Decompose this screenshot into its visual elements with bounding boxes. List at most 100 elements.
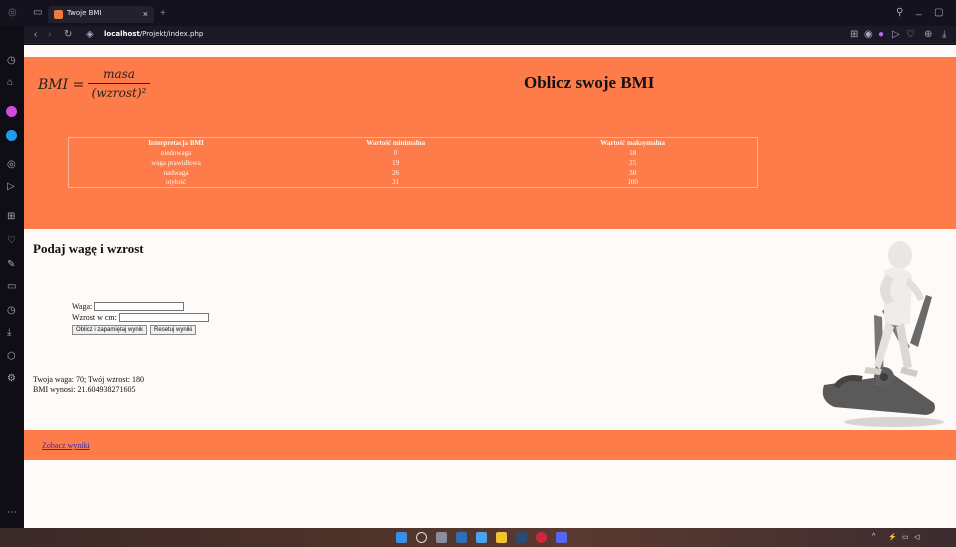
- download-icon[interactable]: ⤓: [942, 30, 946, 40]
- heart-icon[interactable]: ♡: [7, 236, 16, 246]
- weight-label: Waga:: [72, 302, 93, 311]
- tab-close-icon[interactable]: ×: [143, 9, 148, 19]
- url-field[interactable]: localhost/Projekt/index.php: [104, 30, 203, 38]
- minimize-icon[interactable]: _: [916, 6, 922, 16]
- edit-icon[interactable]: ✎: [7, 260, 15, 270]
- tray-volume-icon[interactable]: ◁: [914, 533, 919, 541]
- reload-icon[interactable]: ↻: [64, 30, 72, 40]
- formula-numerator: masa: [88, 67, 150, 84]
- vpn-icon[interactable]: ●: [878, 30, 884, 40]
- table-row: niedowaga 0 18: [69, 148, 758, 158]
- formula-fraction: masa (wzrost)²: [88, 67, 150, 100]
- height-row: Wzrost w cm:: [72, 312, 209, 323]
- heart-icon[interactable]: ♡: [906, 30, 915, 40]
- history-icon[interactable]: ◷: [7, 306, 16, 316]
- url-host: localhost: [104, 30, 140, 38]
- code-editor-icon[interactable]: [456, 532, 467, 543]
- os-taskbar: ^ ⚡ ▭ ◁: [0, 528, 956, 547]
- windows-start-icon[interactable]: [396, 532, 407, 543]
- form-section-title: Podaj wagę i wzrost: [33, 241, 144, 256]
- twitter-icon[interactable]: [6, 130, 17, 141]
- table-cell: 19: [392, 158, 400, 167]
- table-cell: nadwaga: [163, 168, 189, 177]
- footer-banner: Zobacz wyniki: [24, 430, 956, 460]
- tray-display-icon[interactable]: ▭: [902, 533, 909, 541]
- header-banner: BMI = masa (wzrost)² Oblicz swoje BMI In…: [24, 57, 956, 229]
- forward-icon[interactable]: ›: [48, 30, 51, 40]
- table-row: waga prawidłowa 19 25: [69, 158, 758, 168]
- formula-lhs: BMI =: [38, 77, 85, 93]
- reset-button[interactable]: Resetuj wyniki: [150, 324, 197, 335]
- page-title: Oblicz swoje BMI: [524, 73, 655, 92]
- table-header-cell: Interpretacja BMI: [148, 138, 204, 147]
- discord-icon[interactable]: [556, 532, 567, 543]
- search-icon[interactable]: [416, 532, 427, 543]
- address-bar: ‹ › ↻ ◈ localhost/Projekt/index.php ⊞ ◉ …: [24, 26, 956, 44]
- grid-icon[interactable]: ⊞: [7, 212, 15, 222]
- wallet-icon[interactable]: ▭: [7, 282, 16, 292]
- elliptical-trainer-illustration: [822, 241, 944, 427]
- back-icon[interactable]: ‹: [34, 30, 37, 40]
- tray-network-icon[interactable]: ⚡: [888, 533, 897, 541]
- table-cell: 0: [393, 148, 398, 157]
- table-header-cell: Wartość minimalna: [366, 138, 426, 147]
- camera-icon[interactable]: ◉: [864, 30, 873, 40]
- table-cell: 100: [627, 178, 638, 187]
- play-icon[interactable]: ▷: [7, 182, 15, 192]
- steam-icon[interactable]: [516, 532, 527, 543]
- maximize-icon[interactable]: ▢: [934, 8, 943, 18]
- file-explorer-icon[interactable]: [496, 532, 507, 543]
- messenger-icon[interactable]: [6, 106, 17, 117]
- download-icon[interactable]: ⤓: [7, 328, 11, 338]
- result-bmi-value: BMI wynosi: 21.604938271605: [33, 385, 136, 394]
- button-row: Oblicz i zapamiętaj wynik Resetuj wyniki: [72, 324, 209, 335]
- opera-icon[interactable]: [536, 532, 547, 543]
- more-icon[interactable]: ⋯: [7, 508, 17, 518]
- table-row: nadwaga 26 30: [69, 168, 758, 178]
- table-cell: 18: [629, 148, 637, 157]
- table-row: otyłość 31 100: [69, 178, 758, 188]
- music-icon[interactable]: ◎: [7, 160, 16, 170]
- tray-chevron-icon[interactable]: ^: [872, 533, 875, 540]
- workspaces-icon[interactable]: ▭: [33, 8, 42, 18]
- weight-row: Waga:: [72, 301, 209, 312]
- table-cell: 25: [629, 158, 637, 167]
- formula-denominator: (wzrost)²: [91, 86, 147, 100]
- weight-input[interactable]: [94, 302, 185, 311]
- new-tab-icon[interactable]: +: [160, 8, 166, 19]
- see-results-link[interactable]: Zobacz wyniki: [42, 441, 90, 450]
- table-cell: otyłość: [165, 178, 187, 187]
- table-header-cell: Wartość maksymalna: [600, 138, 665, 147]
- bmi-form: Waga: Wzrost w cm: Oblicz i zapamiętaj w…: [72, 301, 209, 335]
- clock-icon[interactable]: ◷: [7, 56, 16, 66]
- player-icon[interactable]: ▷: [892, 30, 900, 40]
- page-viewport: BMI = masa (wzrost)² Oblicz swoje BMI In…: [24, 45, 956, 528]
- settings-icon[interactable]: ⚙: [7, 374, 16, 384]
- submit-button[interactable]: Oblicz i zapamiętaj wynik: [72, 324, 148, 335]
- table-cell: 26: [392, 168, 400, 177]
- task-view-icon[interactable]: [436, 532, 447, 543]
- shield-icon[interactable]: ◈: [86, 30, 94, 40]
- table-cell: niedowaga: [160, 148, 192, 157]
- extensions-icon[interactable]: ⊞: [850, 30, 858, 40]
- table-header-row: Interpretacja BMI Wartość minimalna Wart…: [69, 138, 758, 148]
- bag-icon[interactable]: ⌂: [7, 78, 13, 88]
- wallet-icon[interactable]: ⊕: [924, 30, 932, 40]
- bmi-table: Interpretacja BMI Wartość minimalna Wart…: [68, 137, 758, 188]
- result-block: Twoja waga: 70; Twój wzrost: 180 BMI wyn…: [33, 375, 144, 395]
- browser-icon[interactable]: [476, 532, 487, 543]
- tab-title: Twoje BMI: [67, 9, 102, 17]
- search-icon[interactable]: ⚲: [896, 8, 903, 18]
- table-cell: 30: [629, 168, 637, 177]
- browser-tab-bar: ◎ ▭ Twoje BMI × + ⚲ _ ▢: [0, 0, 956, 26]
- browser-sidebar: ◷ ⌂ ◎ ▷ ⊞ ♡ ✎ ▭ ◷ ⤓ ⬡ ⚙ ⋯: [0, 26, 24, 528]
- tab-favicon-icon: [54, 10, 63, 19]
- table-cell: waga prawidłowa: [151, 158, 201, 167]
- result-input-summary: Twoja waga: 70; Twój wzrost: 180: [33, 375, 144, 384]
- url-path: /Projekt/index.php: [139, 30, 204, 38]
- tab-twoje-bmi[interactable]: Twoje BMI ×: [48, 6, 154, 23]
- table-cell: 31: [392, 178, 400, 187]
- cube-icon[interactable]: ⬡: [7, 352, 16, 362]
- browser-logo-icon[interactable]: ◎: [8, 8, 17, 18]
- height-input[interactable]: [118, 313, 209, 322]
